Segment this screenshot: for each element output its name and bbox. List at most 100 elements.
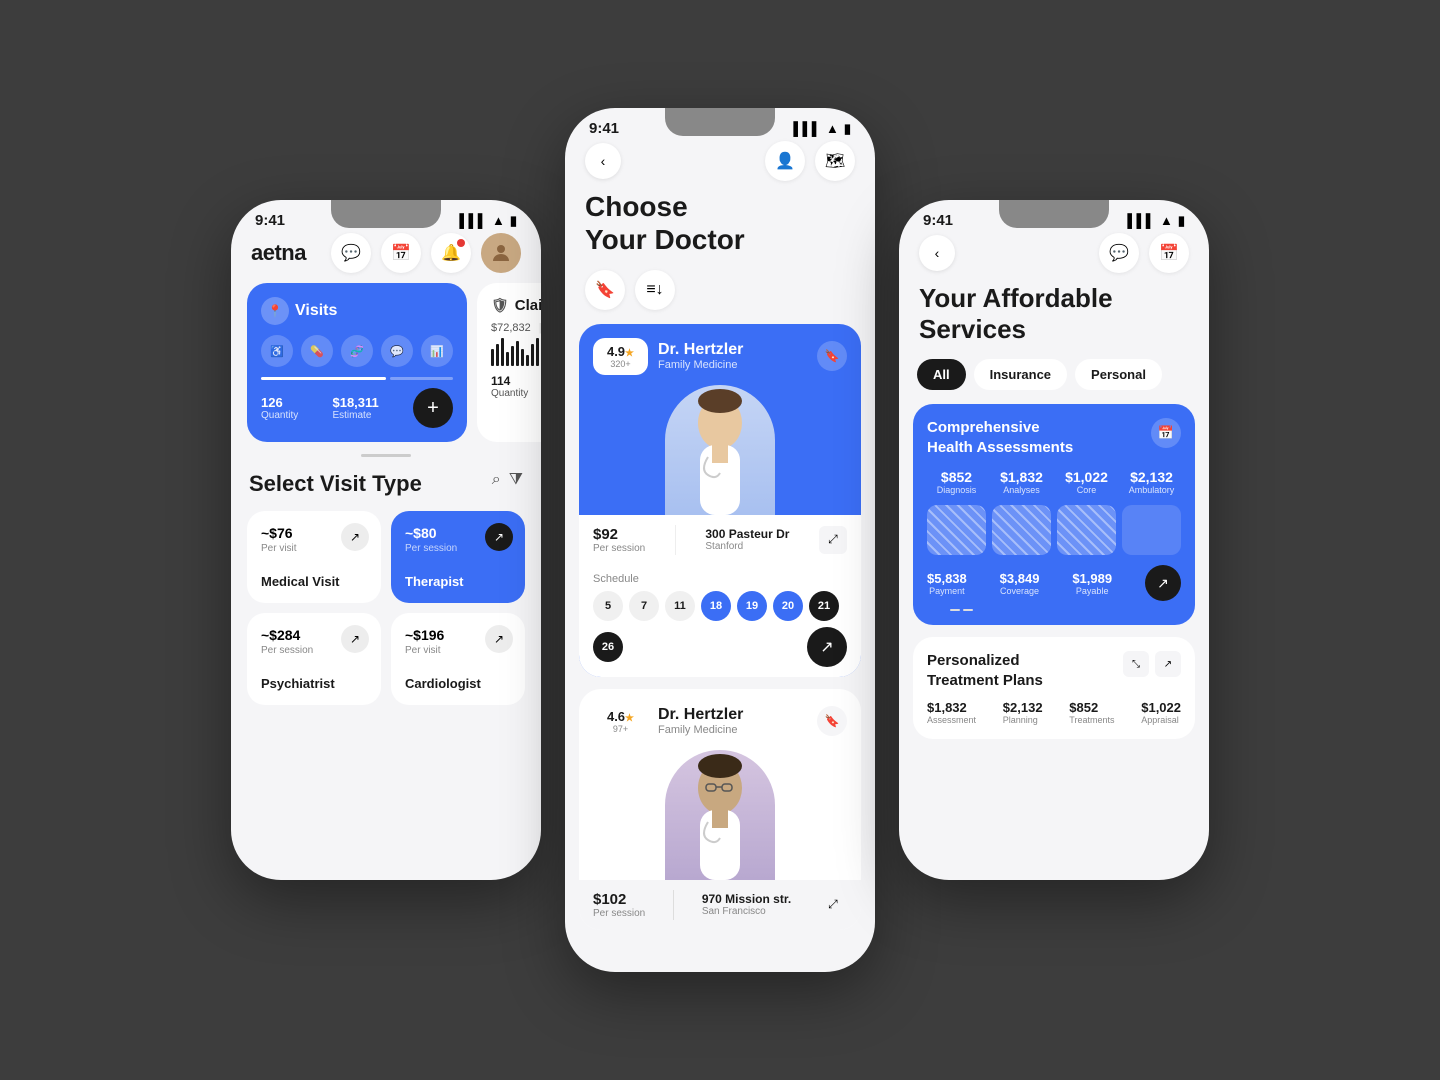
treatments-label: Treatments — [1069, 715, 1114, 725]
notification-badge — [457, 239, 465, 247]
visits-card[interactable]: 📍 Visits ♿ 💊 🧬 💬 📊 126 Q — [247, 283, 467, 442]
payable-value: $1,989 — [1072, 571, 1112, 586]
battery-icon-3: ▮ — [1178, 213, 1185, 229]
doctor-card-2[interactable]: 4.6★ 97+ Dr. Hertzler Family Medicine 🔖 — [579, 689, 861, 930]
ambulatory-value: $2,132 — [1122, 469, 1181, 485]
payable-label: Payable — [1072, 586, 1112, 596]
visits-stats: 126 Quantity $18,311 Estimate + — [261, 388, 453, 428]
choose-doctor-title: Choose Your Doctor — [565, 191, 875, 255]
doctor-2-avatar — [665, 750, 775, 880]
visit-card-medical[interactable]: ↗ ~$76 Per visit Medical Visit — [247, 511, 381, 603]
doctor-2-price: $102 — [593, 891, 645, 908]
status-icons-1: ▌▌▌ ▲ ▮ — [459, 213, 517, 229]
chat-button-3[interactable]: 💬 — [1099, 233, 1139, 273]
ambulatory-label: Ambulatory — [1122, 485, 1181, 495]
doctor-card-1[interactable]: 4.9★ 320+ Dr. Hertzler Family Medicine 🔖 — [579, 324, 861, 677]
schedule-label: Schedule — [593, 573, 847, 585]
diagnosis-label: Diagnosis — [927, 485, 986, 495]
doctor-1-expand-button[interactable]: ⤢ — [819, 526, 847, 554]
claims-card[interactable]: 🛡 Claims $72,832 | $12,832 — [477, 283, 541, 442]
status-icons-2: ▌▌▌ ▲ ▮ — [793, 121, 851, 137]
progress-dot-2 — [963, 609, 973, 611]
doctor-1-bookmark[interactable]: 🔖 — [817, 341, 847, 371]
phone-3: 9:41 ▌▌▌ ▲ ▮ ‹ 💬 📅 Your Affordable Servi… — [899, 200, 1209, 880]
bar-3 — [1057, 505, 1116, 555]
visit-card-therapist[interactable]: ↗ ~$80 Per session Therapist — [391, 511, 525, 603]
claims-amounts: $72,832 | $12,832 — [491, 322, 541, 334]
date-7[interactable]: 7 — [629, 591, 659, 621]
comp-analyses: $1,832 Analyses — [992, 469, 1051, 495]
comp-nav-button[interactable]: ↗ — [1145, 565, 1181, 601]
date-18[interactable]: 18 — [701, 591, 731, 621]
psychiatrist-name: Psychiatrist — [261, 676, 367, 691]
comprehensive-card[interactable]: Comprehensive Health Assessments 📅 $852 … — [913, 404, 1195, 625]
visit-card-cardiologist[interactable]: ↗ ~$196 Per visit Cardiologist — [391, 613, 525, 705]
doctor-2-bookmark[interactable]: 🔖 — [817, 706, 847, 736]
doctor-2-address: 970 Mission str. — [702, 892, 791, 906]
status-bar-3: 9:41 ▌▌▌ ▲ ▮ — [899, 200, 1209, 229]
personal-title: Personalized Treatment Plans — [927, 651, 1043, 690]
doctor-1-price: $92 — [593, 526, 645, 543]
header-right-icons: 👤 🗺 — [765, 141, 855, 181]
map-button[interactable]: 🗺 — [815, 141, 855, 181]
signal-icon: ▌▌▌ — [459, 213, 487, 228]
stat-payment: $5,838 Payment — [927, 571, 967, 596]
bookmark-filter-button[interactable]: 🔖 — [585, 270, 625, 310]
personal-minimize-button[interactable]: ⤡ — [1123, 651, 1149, 677]
date-20[interactable]: 20 — [773, 591, 803, 621]
personal-stat-appraisal: $1,022 Appraisal — [1141, 700, 1181, 725]
claims-quantity: 114 Quantity — [491, 374, 528, 399]
schedule-next-button[interactable]: ↗ — [807, 627, 847, 667]
person-button[interactable]: 👤 — [765, 141, 805, 181]
assessment-value: $1,832 — [927, 700, 976, 715]
tab-all[interactable]: All — [917, 359, 966, 390]
visit-type-title: Select Visit Type — [249, 471, 422, 497]
shield-icon: 🛡 — [491, 297, 509, 314]
payment-label: Payment — [927, 586, 967, 596]
comp-diagnosis: $852 Diagnosis — [927, 469, 986, 495]
phone-1: 9:41 ▌▌▌ ▲ ▮ aetna 💬 📅 🔔 — [231, 200, 541, 880]
date-26[interactable]: 26 — [593, 632, 623, 662]
filter-button[interactable]: ≡↓ — [635, 270, 675, 310]
notification-button[interactable]: 🔔 — [431, 233, 471, 273]
doctor-2-expand-button[interactable]: ⤢ — [819, 891, 847, 919]
doctor-2-name: Dr. Hertzler — [658, 706, 807, 724]
comp-calendar-icon[interactable]: 📅 — [1151, 418, 1181, 448]
doctor-1-avatar — [665, 385, 775, 515]
tab-personal[interactable]: Personal — [1075, 359, 1162, 390]
sub-icon-3: 🧬 — [341, 335, 373, 367]
tab-insurance[interactable]: Insurance — [974, 359, 1067, 390]
date-21[interactable]: 21 — [809, 591, 839, 621]
calendar-button-3[interactable]: 📅 — [1149, 233, 1189, 273]
bar-2 — [992, 505, 1051, 555]
comp-bottom-stats: $5,838 Payment $3,849 Coverage $1,989 Pa… — [927, 565, 1181, 601]
chat-button[interactable]: 💬 — [331, 233, 371, 273]
claims-barcode — [491, 338, 541, 366]
doctor-1-rating: 4.9★ — [603, 344, 638, 359]
calendar-button[interactable]: 📅 — [381, 233, 421, 273]
services-title: Your Affordable Services — [899, 283, 1209, 345]
coverage-label: Coverage — [1000, 586, 1040, 596]
planning-value: $2,132 — [1003, 700, 1043, 715]
search-icon[interactable]: ⌕ — [492, 471, 501, 489]
comp-title: Comprehensive Health Assessments — [927, 418, 1151, 457]
back-button-3[interactable]: ‹ — [919, 235, 955, 271]
personal-action-icons: ⤡ ↗ — [1123, 651, 1181, 677]
user-avatar[interactable] — [481, 233, 521, 273]
personal-stat-planning: $2,132 Planning — [1003, 700, 1043, 725]
status-bar-2: 9:41 ▌▌▌ ▲ ▮ — [565, 108, 875, 137]
filter-icon[interactable]: ⧩ — [509, 471, 523, 489]
sub-icon-4: 💬 — [381, 335, 413, 367]
progress-active — [261, 377, 386, 380]
back-button[interactable]: ‹ — [585, 143, 621, 179]
date-11[interactable]: 11 — [665, 591, 695, 621]
notch-2 — [665, 108, 775, 136]
visit-card-psychiatrist[interactable]: ↗ ~$284 Per session Psychiatrist — [247, 613, 381, 705]
personal-expand-button[interactable]: ↗ — [1155, 651, 1181, 677]
add-button[interactable]: + — [413, 388, 453, 428]
date-19[interactable]: 19 — [737, 591, 767, 621]
battery-icon-2: ▮ — [844, 121, 851, 137]
personalized-card[interactable]: Personalized Treatment Plans ⤡ ↗ $1,832 … — [913, 637, 1195, 739]
date-5[interactable]: 5 — [593, 591, 623, 621]
comp-ambulatory: $2,132 Ambulatory — [1122, 469, 1181, 495]
